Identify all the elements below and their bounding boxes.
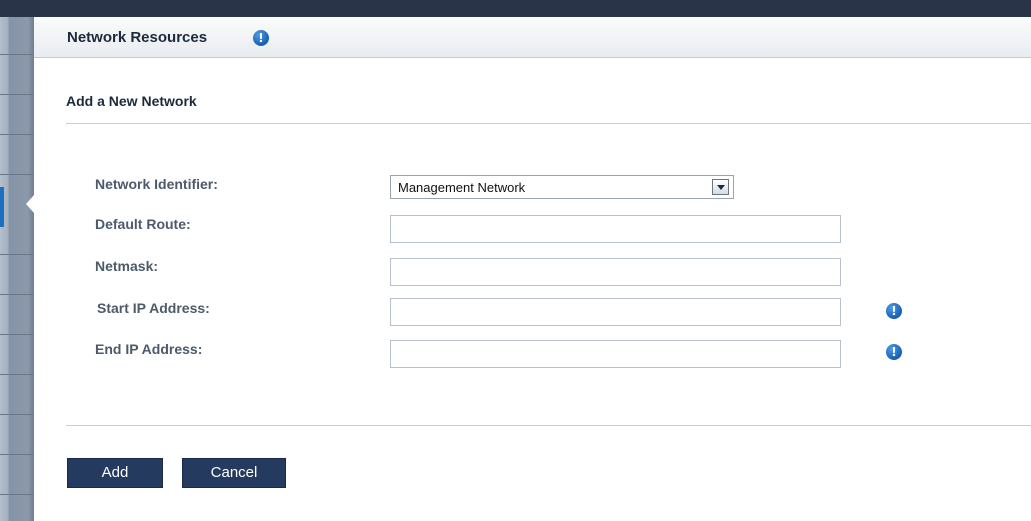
default-route-input[interactable]	[390, 215, 841, 243]
end-ip-label: End IP Address:	[95, 341, 203, 357]
network-identifier-value: Management Network	[398, 180, 526, 195]
rail-divider	[0, 334, 34, 335]
rail-divider	[0, 454, 34, 455]
collapse-arrow-icon[interactable]	[26, 195, 34, 213]
rail-divider	[0, 54, 34, 55]
start-ip-label: Start IP Address:	[97, 300, 210, 316]
chevron-down-icon[interactable]	[712, 179, 729, 195]
top-bar	[0, 0, 1031, 17]
section-title: Add a New Network	[66, 93, 197, 109]
rail-divider	[0, 134, 34, 135]
info-icon[interactable]: !	[886, 303, 902, 319]
footer-divider	[66, 425, 1031, 426]
network-identifier-select[interactable]: Management Network	[390, 175, 734, 199]
start-ip-input[interactable]	[390, 298, 841, 326]
end-ip-input[interactable]	[390, 340, 841, 368]
rail-divider	[0, 494, 34, 495]
cancel-button[interactable]: Cancel	[182, 458, 286, 488]
info-icon[interactable]: !	[253, 30, 269, 46]
page-title: Network Resources	[67, 29, 208, 46]
rail-divider	[0, 374, 34, 375]
netmask-label: Netmask:	[95, 258, 159, 274]
rail-divider	[0, 414, 34, 415]
rail-divider	[0, 294, 34, 295]
info-icon[interactable]: !	[886, 344, 902, 360]
netmask-input[interactable]	[390, 258, 841, 286]
default-route-label: Default Route:	[95, 216, 191, 232]
left-navigation-rail[interactable]	[0, 17, 34, 521]
add-button[interactable]: Add	[67, 458, 163, 488]
rail-divider	[0, 94, 34, 95]
page-header: Network Resources !	[34, 17, 1031, 58]
network-identifier-label: Network Identifier:	[95, 176, 218, 192]
rail-divider	[0, 254, 34, 255]
rail-divider	[0, 174, 34, 175]
section-divider	[66, 123, 1031, 124]
rail-selection-marker	[0, 187, 4, 227]
